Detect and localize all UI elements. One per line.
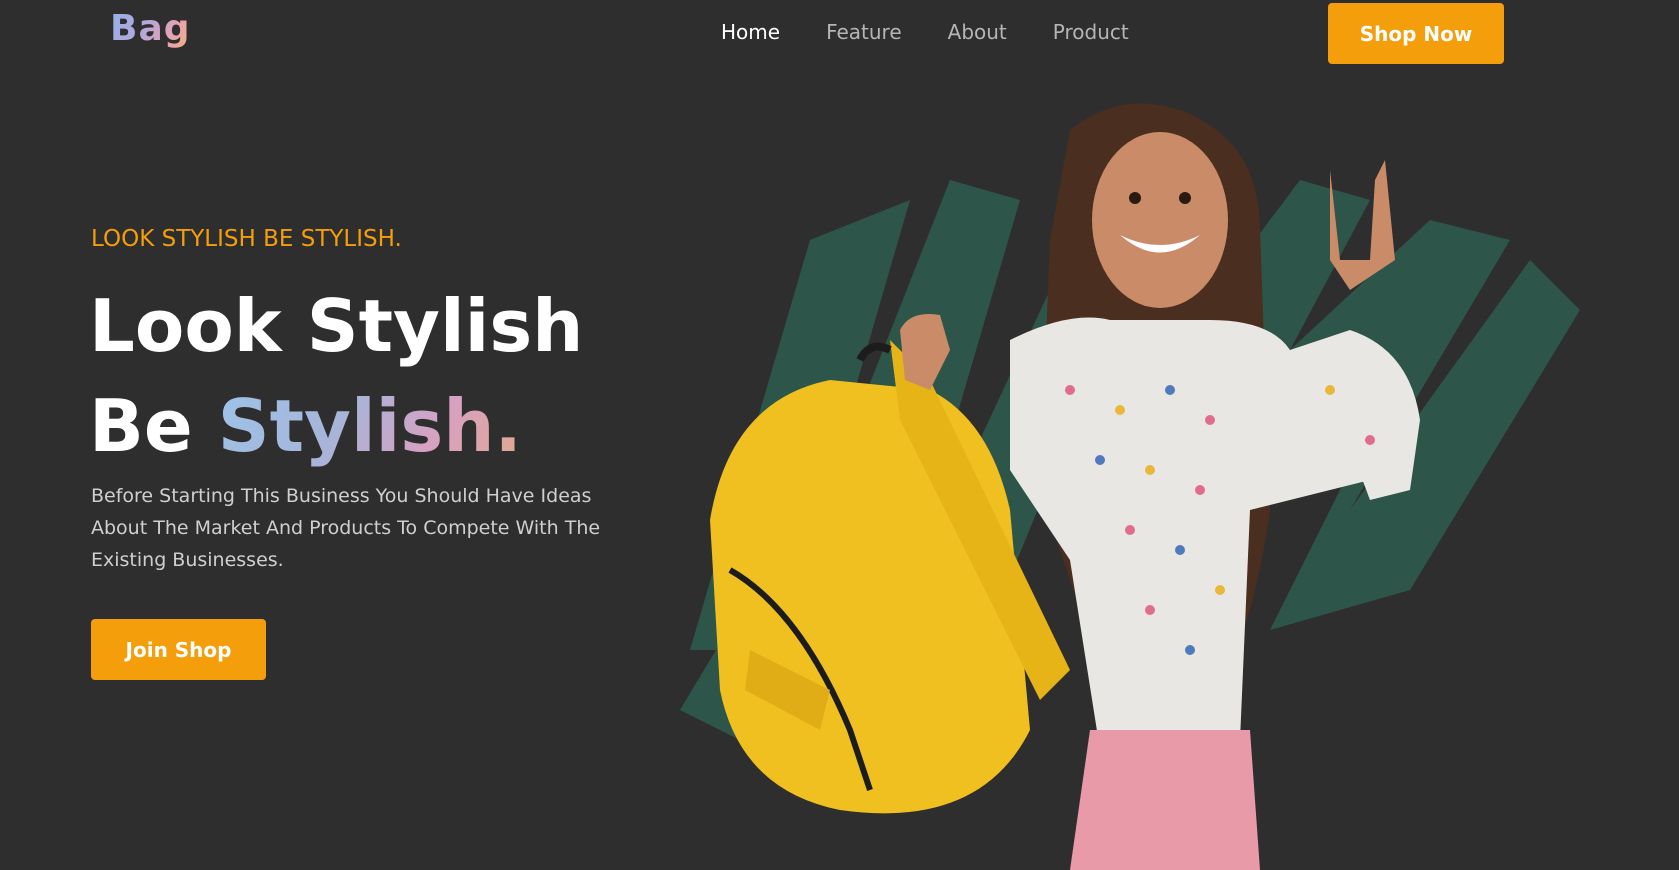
headline-line-2-gradient: Stylish. bbox=[217, 384, 522, 468]
headline-line-1: Look Stylish bbox=[89, 284, 584, 368]
main-nav: Home Feature About Product bbox=[721, 20, 1175, 44]
join-shop-button[interactable]: Join Shop bbox=[91, 619, 266, 680]
shop-now-button[interactable]: Shop Now bbox=[1328, 3, 1504, 64]
face bbox=[1092, 132, 1228, 308]
hero-description: Before Starting This Business You Should… bbox=[91, 485, 601, 571]
hero-headline: Look Stylish Be Stylish. bbox=[89, 276, 583, 476]
nav-feature[interactable]: Feature bbox=[826, 20, 902, 44]
logo[interactable]: Bag bbox=[110, 8, 191, 49]
nav-home[interactable]: Home bbox=[721, 20, 780, 44]
nav-product[interactable]: Product bbox=[1053, 20, 1129, 44]
headline-line-2-plain: Be bbox=[89, 384, 218, 468]
hero-eyebrow: LOOK STYLISH BE STYLISH. bbox=[91, 226, 402, 252]
nav-about[interactable]: About bbox=[948, 20, 1007, 44]
hero-image bbox=[680, 103, 1580, 870]
pants bbox=[1070, 730, 1260, 870]
